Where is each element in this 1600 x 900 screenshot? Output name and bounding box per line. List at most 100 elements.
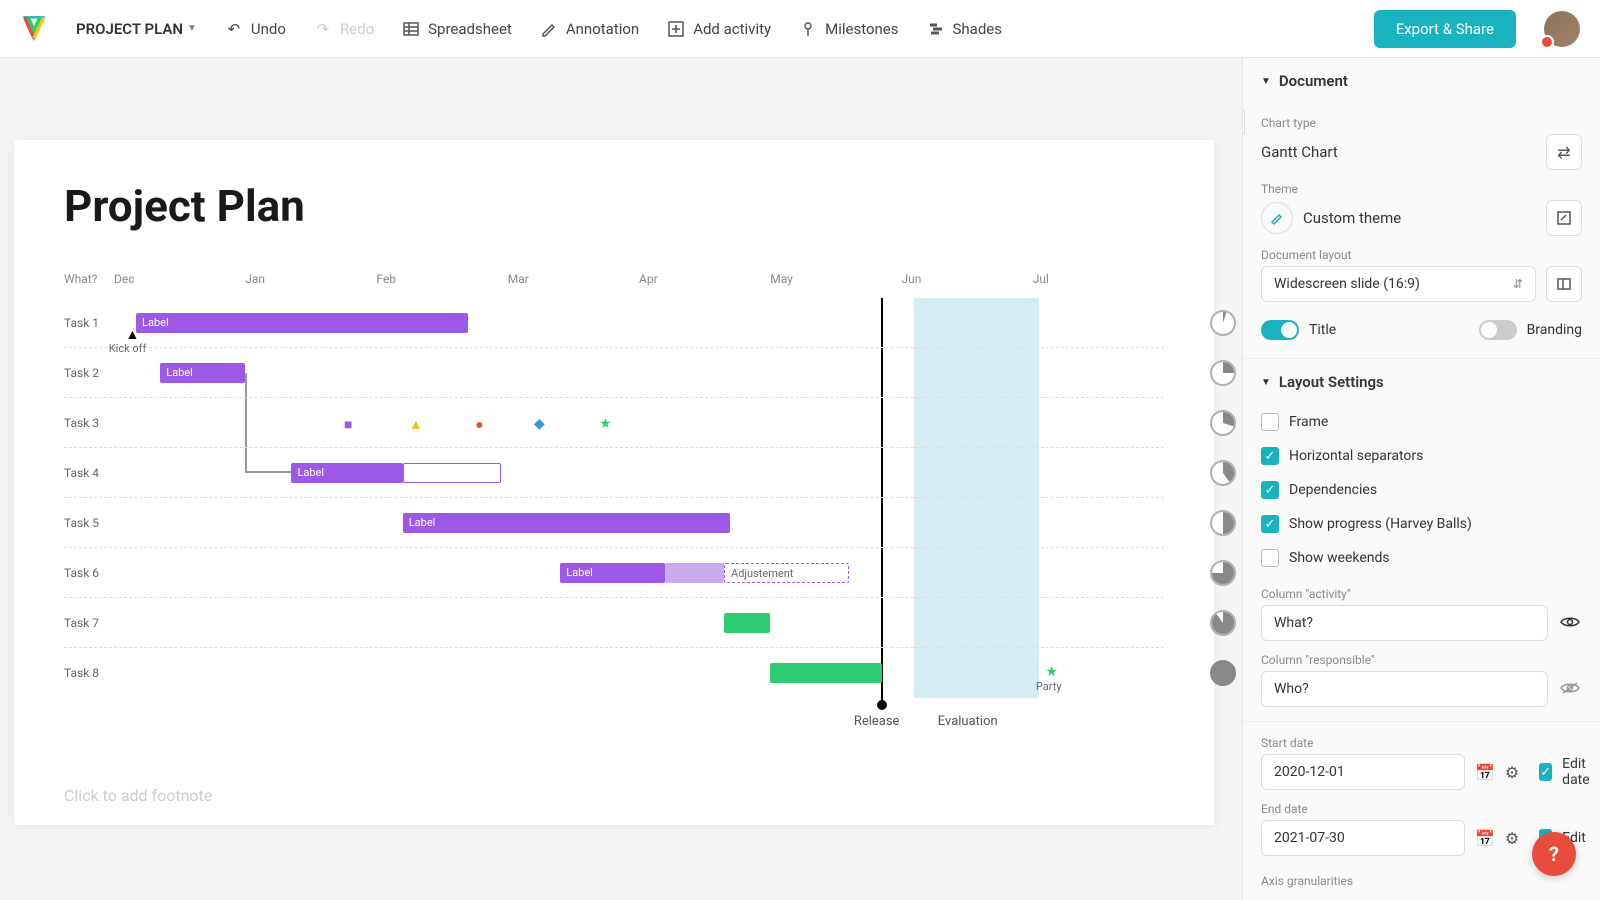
layout-presets-button[interactable] — [1546, 266, 1582, 302]
kickoff-milestone[interactable]: ▲ — [126, 326, 140, 343]
milestones-icon — [799, 20, 817, 38]
gantt-chart: What? Dec Jan Feb Mar Apr May Jun Jul — [64, 272, 1164, 698]
doc-layout-label: Document layout — [1261, 248, 1582, 262]
document-section-title: Document — [1279, 72, 1348, 90]
triangle-milestone-icon[interactable]: ▲ — [409, 416, 423, 433]
table-row: Task 1 Label ▲ Kick off — [64, 298, 1164, 348]
task-label: Task 6 — [64, 566, 114, 580]
branding-toggle[interactable] — [1479, 320, 1517, 340]
month-label: Apr — [639, 272, 770, 286]
gantt-bar[interactable]: Label — [560, 563, 665, 583]
gantt-bar[interactable]: Label — [160, 363, 245, 383]
harvey-ball — [1210, 310, 1236, 336]
edit-start-date-label: Edit date — [1562, 756, 1590, 788]
month-label: Jul — [1033, 272, 1164, 286]
add-activity-button[interactable]: Add activity — [667, 20, 771, 38]
diamond-milestone-icon[interactable]: ◆ — [534, 416, 545, 432]
harvey-ball — [1210, 510, 1236, 536]
party-label: Party — [1036, 680, 1062, 693]
evaluation-label: Evaluation — [938, 714, 998, 729]
frame-checkbox[interactable] — [1261, 413, 1279, 431]
square-milestone-icon[interactable]: ■ — [344, 416, 352, 433]
theme-label: Theme — [1261, 182, 1582, 196]
page-title[interactable]: Project Plan — [64, 180, 1164, 232]
task-label: Task 2 — [64, 366, 114, 380]
star-milestone-icon[interactable]: ★ — [599, 416, 612, 432]
spreadsheet-label: Spreadsheet — [428, 20, 512, 38]
start-date-input[interactable] — [1261, 754, 1465, 790]
gantt-bar[interactable] — [403, 463, 502, 483]
document-section-header[interactable]: ▼ Document — [1243, 58, 1600, 104]
milestones-button[interactable]: Milestones — [799, 20, 898, 38]
harvey-checkbox[interactable] — [1261, 515, 1279, 533]
gear-icon[interactable]: ⚙ — [1505, 763, 1519, 782]
redo-button[interactable]: ↷ Redo — [314, 20, 374, 38]
calendar-icon[interactable]: 📅 — [1475, 829, 1495, 848]
gantt-bar[interactable]: Label — [403, 513, 731, 533]
gantt-bar[interactable] — [665, 563, 724, 583]
layout-settings-header[interactable]: ▼ Layout Settings — [1243, 359, 1600, 405]
shades-label: Shades — [953, 20, 1002, 38]
gantt-bar[interactable] — [770, 663, 881, 683]
month-label: Feb — [377, 272, 508, 286]
undo-icon: ↶ — [225, 20, 243, 38]
harvey-ball — [1210, 660, 1236, 686]
shades-button[interactable]: Shades — [927, 20, 1002, 38]
spreadsheet-button[interactable]: Spreadsheet — [402, 20, 512, 38]
chevron-down-icon: ▼ — [1261, 377, 1271, 388]
col-activity-input[interactable] — [1261, 605, 1548, 641]
table-row: Task 8 ★ Party — [64, 648, 1164, 698]
hsep-label: Horizontal separators — [1289, 448, 1423, 464]
gantt-bar[interactable]: Label — [291, 463, 402, 483]
canvas[interactable]: Project Plan What? Dec Jan Feb Mar Apr M… — [0, 58, 1242, 900]
weekends-checkbox[interactable] — [1261, 549, 1279, 567]
collapse-panel-button[interactable]: › — [1242, 110, 1245, 134]
footnote-placeholder[interactable]: Click to add footnote — [64, 786, 212, 805]
annotation-icon — [540, 20, 558, 38]
document: Project Plan What? Dec Jan Feb Mar Apr M… — [14, 140, 1214, 825]
task-label: Task 3 — [64, 416, 114, 430]
hsep-checkbox[interactable] — [1261, 447, 1279, 465]
circle-milestone-icon[interactable]: ● — [475, 416, 483, 433]
app-logo — [20, 15, 48, 43]
help-button[interactable]: ? — [1532, 832, 1576, 876]
user-avatar[interactable] — [1544, 11, 1580, 47]
doc-layout-value: Widescreen slide (16:9) — [1274, 276, 1420, 292]
add-activity-label: Add activity — [693, 20, 771, 38]
undo-label: Undo — [251, 20, 286, 38]
month-label: Mar — [508, 272, 639, 286]
chevron-down-icon: ▼ — [187, 23, 197, 34]
select-arrows-icon: ⇵ — [1513, 277, 1523, 291]
theme-swatch-icon — [1261, 202, 1293, 234]
col-resp-visibility-button[interactable] — [1558, 680, 1582, 699]
calendar-icon[interactable]: 📅 — [1475, 763, 1495, 782]
harvey-ball — [1210, 410, 1236, 436]
title-toggle-label: Title — [1309, 322, 1336, 338]
gantt-bar[interactable]: Adjustement — [724, 563, 849, 583]
task-label: Task 7 — [64, 616, 114, 630]
edit-start-date-checkbox[interactable] — [1539, 763, 1552, 781]
task-label: Task 8 — [64, 666, 114, 680]
gantt-bar[interactable]: Label — [136, 313, 468, 333]
edit-theme-button[interactable] — [1546, 200, 1582, 236]
gear-icon[interactable]: ⚙ — [1505, 829, 1519, 848]
doc-layout-select[interactable]: Widescreen slide (16:9) ⇵ — [1261, 266, 1536, 302]
gantt-bar[interactable] — [724, 613, 770, 633]
end-date-input[interactable] — [1261, 820, 1465, 856]
swap-chart-type-button[interactable]: ⇄ — [1546, 134, 1582, 170]
layout-settings-title: Layout Settings — [1279, 373, 1384, 391]
title-toggle[interactable] — [1261, 320, 1299, 340]
party-star-icon[interactable]: ★ — [1045, 664, 1058, 680]
col-resp-input[interactable] — [1261, 671, 1548, 707]
undo-button[interactable]: ↶ Undo — [225, 20, 286, 38]
weekends-label: Show weekends — [1289, 550, 1390, 566]
plus-icon — [667, 20, 685, 38]
project-dropdown[interactable]: PROJECT PLAN ▼ — [76, 20, 197, 38]
table-row: Task 7 — [64, 598, 1164, 648]
annotation-button[interactable]: Annotation — [540, 20, 639, 38]
col-activity-visibility-button[interactable] — [1558, 614, 1582, 633]
month-label: Jan — [245, 272, 376, 286]
export-share-button[interactable]: Export & Share — [1374, 10, 1516, 48]
col-resp-label: Column "responsible" — [1261, 653, 1582, 667]
deps-checkbox[interactable] — [1261, 481, 1279, 499]
